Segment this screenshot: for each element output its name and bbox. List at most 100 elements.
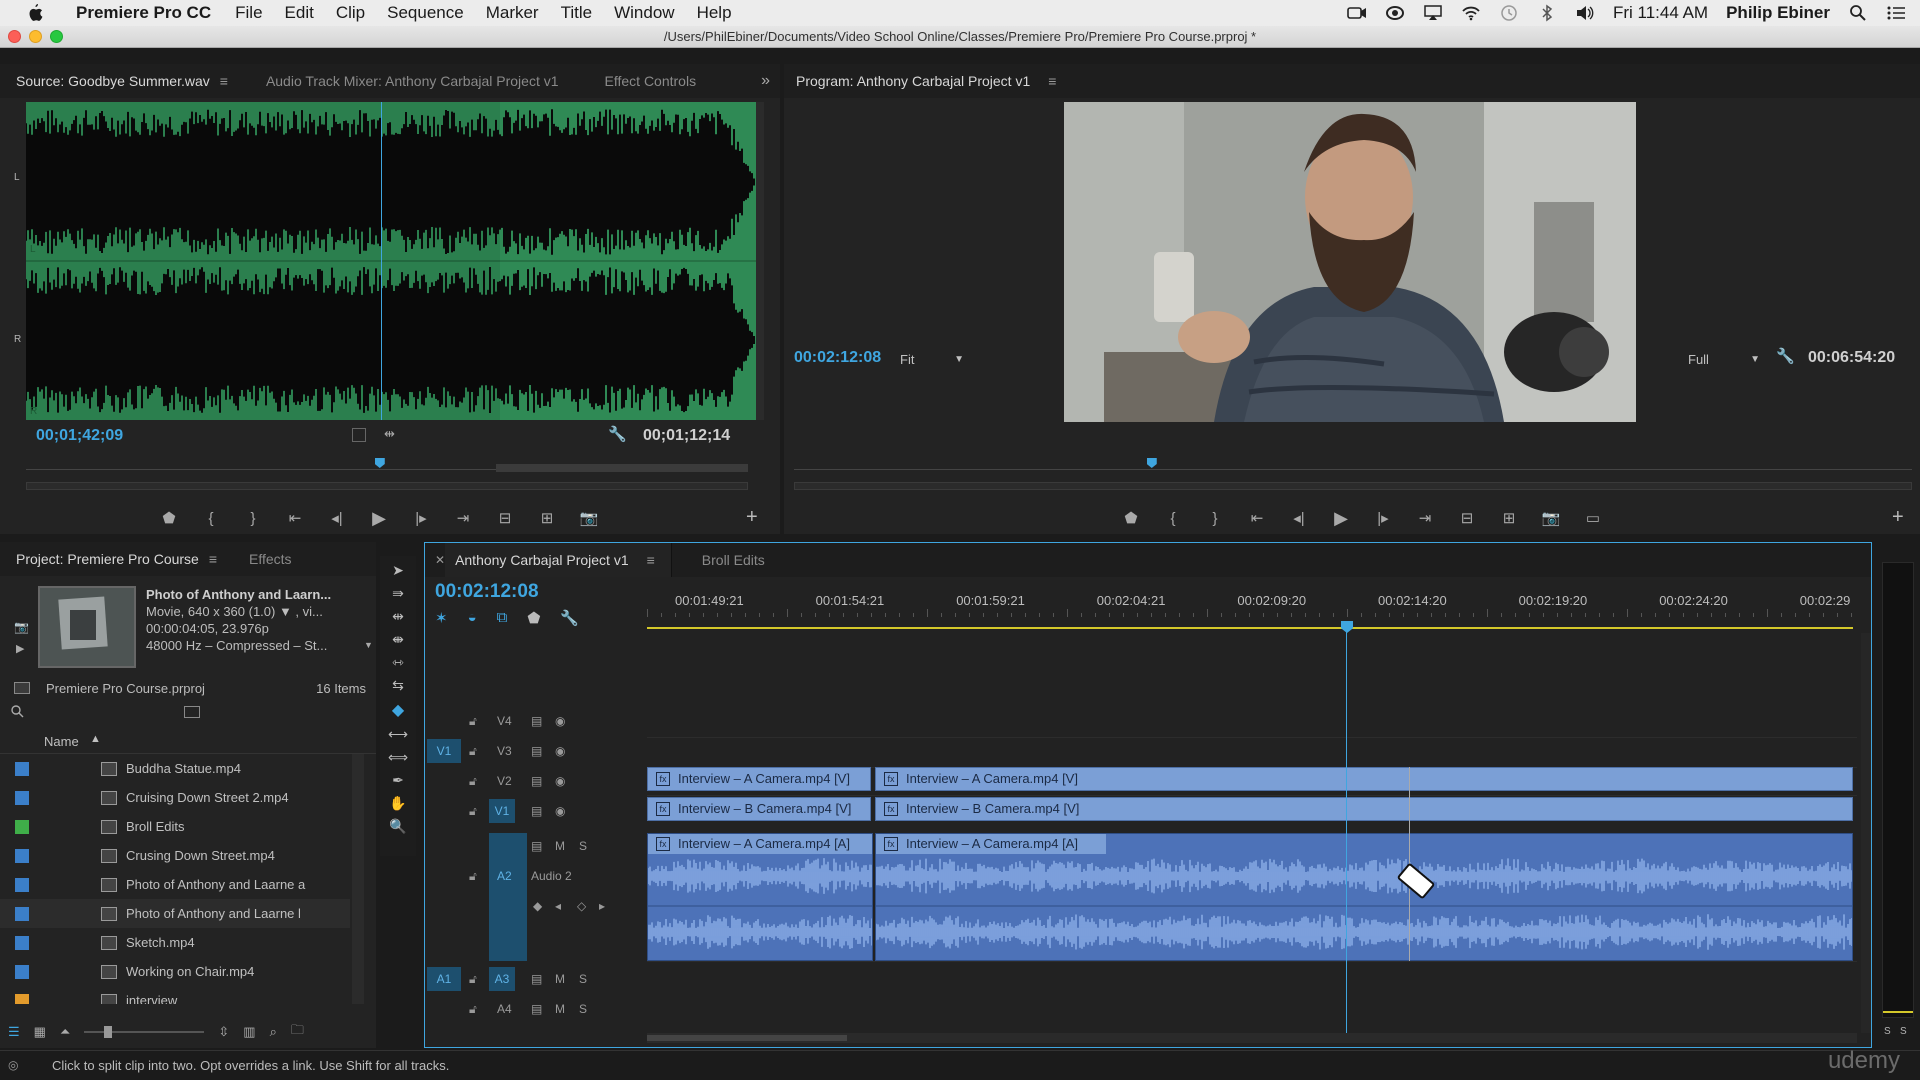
zoom-window-button[interactable]: [50, 30, 63, 43]
user-name[interactable]: Philip Ebiner: [1726, 3, 1830, 23]
clip-v2-a[interactable]: fx Interview – A Camera.mp4 [V]: [647, 767, 871, 791]
label-color-swatch[interactable]: [15, 935, 29, 950]
drop-frame-icon[interactable]: [352, 428, 366, 442]
tab-broll-edits[interactable]: Broll Edits: [672, 543, 781, 577]
panel-menu-icon[interactable]: ≡: [1048, 73, 1056, 89]
program-zoom-bar[interactable]: [794, 482, 1912, 490]
program-settings-icon[interactable]: 🔧: [1776, 347, 1795, 365]
add-marker-icon[interactable]: ⬟: [1110, 506, 1152, 530]
tab-audio-track-mixer[interactable]: Audio Track Mixer: Anthony Carbajal Proj…: [244, 64, 575, 98]
program-quality-select[interactable]: Full ▼: [1688, 349, 1760, 369]
source-settings-icon[interactable]: 🔧: [608, 425, 627, 443]
label-color-swatch[interactable]: [15, 993, 29, 1004]
drag-audio-icon[interactable]: ⇹: [384, 426, 395, 442]
tab-effect-controls[interactable]: Effect Controls: [575, 64, 713, 98]
menu-sequence[interactable]: Sequence: [376, 3, 475, 23]
thumbnail-size-slider[interactable]: [84, 1026, 205, 1038]
mark-in-icon[interactable]: {: [190, 506, 232, 530]
go-to-out-icon[interactable]: ⇥: [442, 506, 484, 530]
program-zoom-select[interactable]: Fit ▼: [900, 349, 964, 369]
source-waveform[interactable]: [25, 102, 756, 420]
project-item[interactable]: Crusing Down Street.mp4: [0, 841, 350, 870]
panel-menu-icon[interactable]: ≡: [647, 552, 655, 568]
pen-tool-icon[interactable]: ✒: [392, 772, 404, 789]
menu-file[interactable]: File: [224, 3, 273, 23]
panel-menu-icon[interactable]: ≡: [220, 73, 228, 89]
eye-icon[interactable]: ◉: [555, 714, 565, 728]
eye-icon[interactable]: ◉: [555, 744, 565, 758]
solo-button[interactable]: S: [579, 1002, 587, 1016]
lock-icon[interactable]: 🔓︎: [469, 869, 477, 884]
meter-solo-left[interactable]: S: [1884, 1026, 1891, 1037]
eye-icon[interactable]: ◉: [555, 804, 565, 818]
slip-tool-icon[interactable]: ⟷: [388, 726, 408, 743]
source-zoom-bar[interactable]: [26, 482, 748, 490]
lock-icon[interactable]: 🔓︎: [469, 744, 477, 759]
label-color-swatch[interactable]: [15, 964, 29, 979]
tab-project[interactable]: Project: Premiere Pro Course ≡: [0, 542, 233, 576]
sync-icon[interactable]: ▤: [531, 972, 542, 986]
rolling-edit-tool-icon[interactable]: ⇼: [392, 631, 404, 648]
add-keyframe-icon[interactable]: ◆: [533, 899, 542, 913]
nest-toggle-icon[interactable]: ✶: [435, 609, 448, 627]
new-bin-button-icon[interactable]: 🗀: [291, 1021, 304, 1043]
clip-v1-a[interactable]: fx Interview – B Camera.mp4 [V]: [647, 797, 871, 821]
menu-help[interactable]: Help: [686, 3, 743, 23]
eye-icon[interactable]: ◉: [555, 774, 565, 788]
label-color-swatch[interactable]: [15, 790, 29, 805]
razor-tool-icon[interactable]: ◆: [392, 700, 404, 720]
snap-icon[interactable]: ◒: [468, 609, 477, 627]
extract-icon[interactable]: ⊞: [1488, 506, 1530, 530]
column-header-name[interactable]: Name ▲: [0, 730, 376, 754]
label-color-swatch[interactable]: [15, 906, 29, 921]
source-add-button-icon[interactable]: +: [746, 506, 758, 529]
clip-v1-b[interactable]: fx Interview – B Camera.mp4 [V]: [875, 797, 1853, 821]
export-frame-icon[interactable]: 📷: [568, 506, 610, 530]
tab-program[interactable]: Program: Anthony Carbajal Project v1 ≡: [784, 64, 1072, 98]
list-view-icon[interactable]: ☰: [8, 1024, 20, 1040]
clip-v2-b[interactable]: fx Interview – A Camera.mp4 [V]: [875, 767, 1853, 791]
mute-button[interactable]: M: [555, 839, 565, 853]
find-icon[interactable]: ⌕: [270, 1024, 277, 1040]
volume-icon[interactable]: [1575, 5, 1595, 21]
work-area-bar[interactable]: [647, 627, 1853, 629]
track-label-a3[interactable]: A3: [489, 967, 515, 991]
project-search-icon[interactable]: [10, 704, 24, 721]
ripple-edit-tool-icon[interactable]: ⇹: [392, 608, 404, 625]
clock[interactable]: Fri 11:44 AM: [1613, 3, 1708, 23]
play-icon[interactable]: ▶: [358, 506, 400, 530]
step-forward-icon[interactable]: |▸: [400, 506, 442, 530]
tab-source[interactable]: Source: Goodbye Summer.wav ≡: [0, 64, 244, 98]
automate-to-sequence-icon[interactable]: ▥: [243, 1024, 255, 1040]
slide-tool-icon[interactable]: ⟺: [388, 749, 408, 766]
linked-selection-icon[interactable]: ⧉: [497, 609, 508, 627]
lift-icon[interactable]: ⊟: [1446, 506, 1488, 530]
airplay-icon[interactable]: [1423, 5, 1443, 21]
time-machine-icon[interactable]: [1499, 5, 1519, 21]
sort-icons-icon[interactable]: ⇳: [218, 1024, 229, 1040]
sync-icon[interactable]: ▤: [531, 1002, 542, 1016]
program-add-button-icon[interactable]: +: [1892, 506, 1904, 529]
selection-tool-icon[interactable]: ➤: [392, 562, 404, 579]
mark-in-icon[interactable]: {: [1152, 506, 1194, 530]
lock-icon[interactable]: 🔓︎: [469, 804, 477, 819]
rate-stretch-tool-icon[interactable]: ⇿: [392, 654, 404, 671]
source-timecode-current[interactable]: 00;01;42;09: [36, 427, 123, 445]
program-timecode-current[interactable]: 00:02:12:08: [794, 349, 881, 367]
minimize-window-button[interactable]: [29, 30, 42, 43]
project-item[interactable]: Broll Edits: [0, 812, 350, 841]
program-playhead[interactable]: [1146, 458, 1157, 468]
sync-icon[interactable]: ▤: [531, 774, 542, 788]
clip-a2-a[interactable]: fx Interview – A Camera.mp4 [A]: [647, 833, 873, 961]
sync-icon[interactable]: ▤: [531, 714, 542, 728]
menu-title[interactable]: Title: [550, 3, 604, 23]
camera-icon[interactable]: 📷: [14, 620, 29, 634]
label-color-swatch[interactable]: [15, 877, 29, 892]
go-to-in-icon[interactable]: ⇤: [1236, 506, 1278, 530]
next-keyframe-icon[interactable]: ▸: [599, 899, 605, 913]
camera-icon[interactable]: [1347, 5, 1367, 21]
source-patch-v1[interactable]: V1: [427, 739, 461, 763]
mute-button[interactable]: M: [555, 1002, 565, 1016]
keyframe-diamond-icon[interactable]: ◇: [577, 899, 586, 913]
timeline-playhead[interactable]: [1341, 621, 1353, 633]
